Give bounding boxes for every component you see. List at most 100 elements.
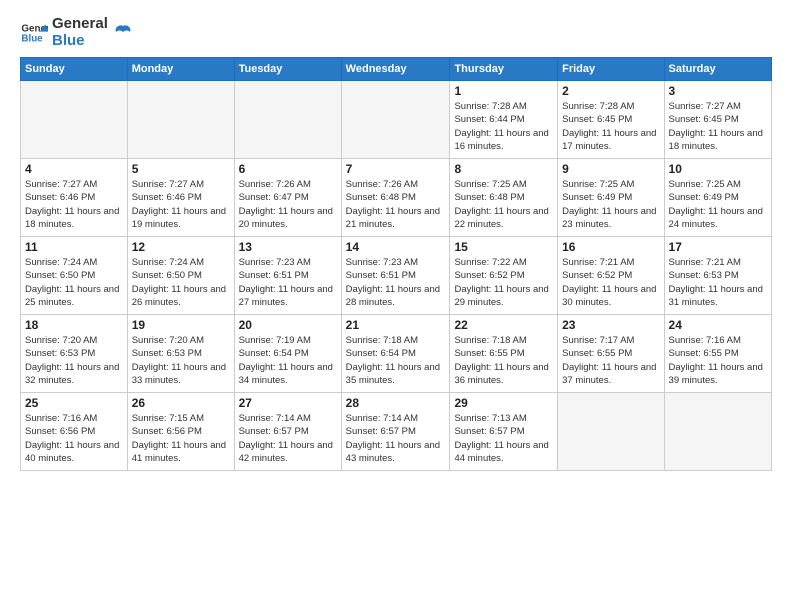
day-number: 2 [562,84,659,98]
weekday-header-friday: Friday [558,58,664,81]
day-number: 16 [562,240,659,254]
calendar-week-1: 1 Sunrise: 7:28 AM Sunset: 6:44 PM Daylig… [21,81,772,159]
day-info: Sunrise: 7:26 AM Sunset: 6:48 PM Dayligh… [346,178,446,231]
weekday-header-monday: Monday [127,58,234,81]
logo-blue: Blue [52,33,108,50]
calendar-table: SundayMondayTuesdayWednesdayThursdayFrid… [20,57,772,471]
day-number: 29 [454,396,553,410]
calendar-cell [558,393,664,471]
day-number: 7 [346,162,446,176]
day-info: Sunrise: 7:20 AM Sunset: 6:53 PM Dayligh… [25,334,123,387]
day-info: Sunrise: 7:16 AM Sunset: 6:55 PM Dayligh… [669,334,767,387]
day-number: 10 [669,162,767,176]
calendar-cell: 13 Sunrise: 7:23 AM Sunset: 6:51 PM Dayli… [234,237,341,315]
page: General Blue General Blue SundayMondayTu… [0,0,792,612]
day-number: 14 [346,240,446,254]
calendar-week-3: 11Sunrise: 7:24 AM Sunset: 6:50 PM Dayli… [21,237,772,315]
day-number: 13 [239,240,337,254]
weekday-header-thursday: Thursday [450,58,558,81]
calendar-cell: 6Sunrise: 7:26 AM Sunset: 6:47 PM Daylig… [234,159,341,237]
day-info: Sunrise: 7:14 AM Sunset: 6:57 PM Dayligh… [239,412,337,465]
day-info: Sunrise: 7:22 AM Sunset: 6:52 PM Dayligh… [454,256,553,309]
calendar-cell [234,81,341,159]
day-info: Sunrise: 7:28 AM Sunset: 6:44 PM Dayligh… [454,100,553,153]
calendar-cell: 7 Sunrise: 7:26 AM Sunset: 6:48 PM Daylig… [341,159,450,237]
calendar-cell: 16Sunrise: 7:21 AM Sunset: 6:52 PM Dayli… [558,237,664,315]
day-info: Sunrise: 7:27 AM Sunset: 6:46 PM Dayligh… [25,178,123,231]
header: General Blue General Blue [20,16,772,49]
day-number: 9 [562,162,659,176]
calendar-cell: 29 Sunrise: 7:13 AM Sunset: 6:57 PM Dayli… [450,393,558,471]
day-info: Sunrise: 7:13 AM Sunset: 6:57 PM Dayligh… [454,412,553,465]
day-info: Sunrise: 7:27 AM Sunset: 6:45 PM Dayligh… [669,100,767,153]
calendar-cell: 19 Sunrise: 7:20 AM Sunset: 6:53 PM Dayli… [127,315,234,393]
calendar-cell [664,393,771,471]
day-info: Sunrise: 7:26 AM Sunset: 6:47 PM Dayligh… [239,178,337,231]
day-info: Sunrise: 7:27 AM Sunset: 6:46 PM Dayligh… [132,178,230,231]
day-number: 3 [669,84,767,98]
day-info: Sunrise: 7:25 AM Sunset: 6:49 PM Dayligh… [669,178,767,231]
calendar-cell: 9 Sunrise: 7:25 AM Sunset: 6:49 PM Daylig… [558,159,664,237]
day-number: 17 [669,240,767,254]
day-info: Sunrise: 7:25 AM Sunset: 6:48 PM Dayligh… [454,178,553,231]
day-number: 1 [454,84,553,98]
day-number: 27 [239,396,337,410]
day-number: 24 [669,318,767,332]
calendar-cell [127,81,234,159]
weekday-header-wednesday: Wednesday [341,58,450,81]
day-info: Sunrise: 7:28 AM Sunset: 6:45 PM Dayligh… [562,100,659,153]
day-number: 25 [25,396,123,410]
day-info: Sunrise: 7:14 AM Sunset: 6:57 PM Dayligh… [346,412,446,465]
day-info: Sunrise: 7:25 AM Sunset: 6:49 PM Dayligh… [562,178,659,231]
calendar-header: SundayMondayTuesdayWednesdayThursdayFrid… [21,58,772,81]
calendar-cell: 23 Sunrise: 7:17 AM Sunset: 6:55 PM Dayli… [558,315,664,393]
day-info: Sunrise: 7:16 AM Sunset: 6:56 PM Dayligh… [25,412,123,465]
day-info: Sunrise: 7:18 AM Sunset: 6:54 PM Dayligh… [346,334,446,387]
logo-bird-icon [112,22,134,44]
weekday-row: SundayMondayTuesdayWednesdayThursdayFrid… [21,58,772,81]
calendar-cell: 17 Sunrise: 7:21 AM Sunset: 6:53 PM Dayli… [664,237,771,315]
day-info: Sunrise: 7:19 AM Sunset: 6:54 PM Dayligh… [239,334,337,387]
calendar-cell: 24 Sunrise: 7:16 AM Sunset: 6:55 PM Dayli… [664,315,771,393]
day-info: Sunrise: 7:20 AM Sunset: 6:53 PM Dayligh… [132,334,230,387]
calendar-week-2: 4 Sunrise: 7:27 AM Sunset: 6:46 PM Daylig… [21,159,772,237]
day-number: 15 [454,240,553,254]
day-number: 20 [239,318,337,332]
day-info: Sunrise: 7:21 AM Sunset: 6:53 PM Dayligh… [669,256,767,309]
day-number: 18 [25,318,123,332]
calendar-cell: 28 Sunrise: 7:14 AM Sunset: 6:57 PM Dayli… [341,393,450,471]
calendar-cell: 2 Sunrise: 7:28 AM Sunset: 6:45 PM Daylig… [558,81,664,159]
calendar-cell: 3 Sunrise: 7:27 AM Sunset: 6:45 PM Daylig… [664,81,771,159]
calendar-cell: 5 Sunrise: 7:27 AM Sunset: 6:46 PM Daylig… [127,159,234,237]
day-number: 23 [562,318,659,332]
calendar-cell: 18 Sunrise: 7:20 AM Sunset: 6:53 PM Dayli… [21,315,128,393]
calendar-cell [21,81,128,159]
day-number: 8 [454,162,553,176]
day-info: Sunrise: 7:23 AM Sunset: 6:51 PM Dayligh… [239,256,337,309]
svg-text:Blue: Blue [21,33,43,44]
day-info: Sunrise: 7:17 AM Sunset: 6:55 PM Dayligh… [562,334,659,387]
logo-general: General [52,16,108,33]
day-number: 5 [132,162,230,176]
calendar-cell: 11Sunrise: 7:24 AM Sunset: 6:50 PM Dayli… [21,237,128,315]
day-number: 21 [346,318,446,332]
calendar-cell: 26Sunrise: 7:15 AM Sunset: 6:56 PM Dayli… [127,393,234,471]
calendar-week-5: 25 Sunrise: 7:16 AM Sunset: 6:56 PM Dayli… [21,393,772,471]
calendar-cell: 8 Sunrise: 7:25 AM Sunset: 6:48 PM Daylig… [450,159,558,237]
calendar-cell: 21 Sunrise: 7:18 AM Sunset: 6:54 PM Dayli… [341,315,450,393]
calendar-cell: 25 Sunrise: 7:16 AM Sunset: 6:56 PM Dayli… [21,393,128,471]
day-info: Sunrise: 7:24 AM Sunset: 6:50 PM Dayligh… [25,256,123,309]
calendar-cell [341,81,450,159]
day-number: 28 [346,396,446,410]
calendar-cell: 10 Sunrise: 7:25 AM Sunset: 6:49 PM Dayli… [664,159,771,237]
logo-icon: General Blue [20,19,48,47]
calendar-cell: 14 Sunrise: 7:23 AM Sunset: 6:51 PM Dayli… [341,237,450,315]
day-number: 26 [132,396,230,410]
day-number: 4 [25,162,123,176]
weekday-header-sunday: Sunday [21,58,128,81]
calendar-cell: 4 Sunrise: 7:27 AM Sunset: 6:46 PM Daylig… [21,159,128,237]
day-number: 19 [132,318,230,332]
day-info: Sunrise: 7:18 AM Sunset: 6:55 PM Dayligh… [454,334,553,387]
day-info: Sunrise: 7:23 AM Sunset: 6:51 PM Dayligh… [346,256,446,309]
day-info: Sunrise: 7:24 AM Sunset: 6:50 PM Dayligh… [132,256,230,309]
